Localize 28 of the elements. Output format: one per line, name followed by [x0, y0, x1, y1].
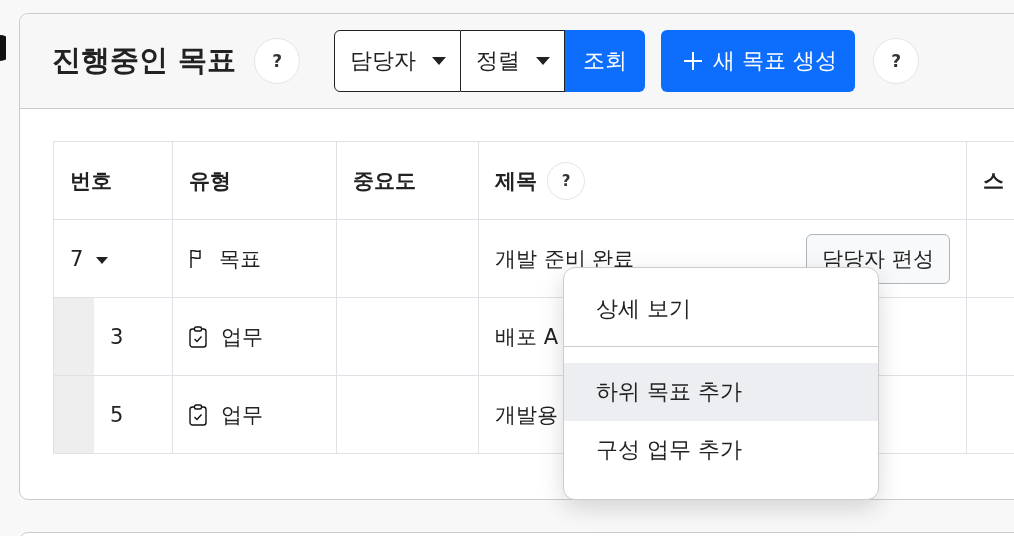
help-button[interactable]: ? — [254, 38, 301, 84]
caret-icon — [432, 57, 447, 65]
type-label: 목표 — [219, 245, 261, 273]
menu-item[interactable]: 하위 목표 추가 — [564, 363, 878, 421]
row-number: 3 — [110, 324, 124, 349]
column-header: 중요도 — [336, 141, 479, 220]
page-title: 진행중인 목표 — [52, 42, 237, 79]
dropdown-button[interactable]: 정렬 — [461, 30, 566, 92]
title-text: 개발용 — [495, 401, 558, 429]
caret-icon — [536, 57, 551, 65]
column-title: 제목 — [495, 167, 537, 195]
clipboard-check-icon — [189, 325, 207, 348]
plus-icon — [683, 51, 704, 71]
column-header: 유형 — [172, 141, 337, 220]
row-number: 7 — [70, 246, 84, 271]
clipboard-check-icon — [189, 403, 207, 426]
help-button[interactable]: ? — [873, 38, 920, 84]
menu-item[interactable]: 구성 업무 추가 — [564, 421, 878, 479]
row-number: 5 — [110, 402, 124, 427]
search-button[interactable]: 조회 — [565, 30, 646, 92]
title-text: 배포 A — [495, 323, 559, 351]
create-button[interactable]: 새 목표 생성 — [661, 30, 856, 92]
dropdown-button[interactable]: 담당자 — [334, 30, 462, 92]
column-header: 번호 — [53, 141, 173, 220]
help-button[interactable]: ? — [547, 161, 585, 200]
type-label: 업무 — [221, 401, 263, 429]
type-label: 업무 — [221, 323, 263, 351]
column-header: 스 — [966, 141, 1014, 220]
